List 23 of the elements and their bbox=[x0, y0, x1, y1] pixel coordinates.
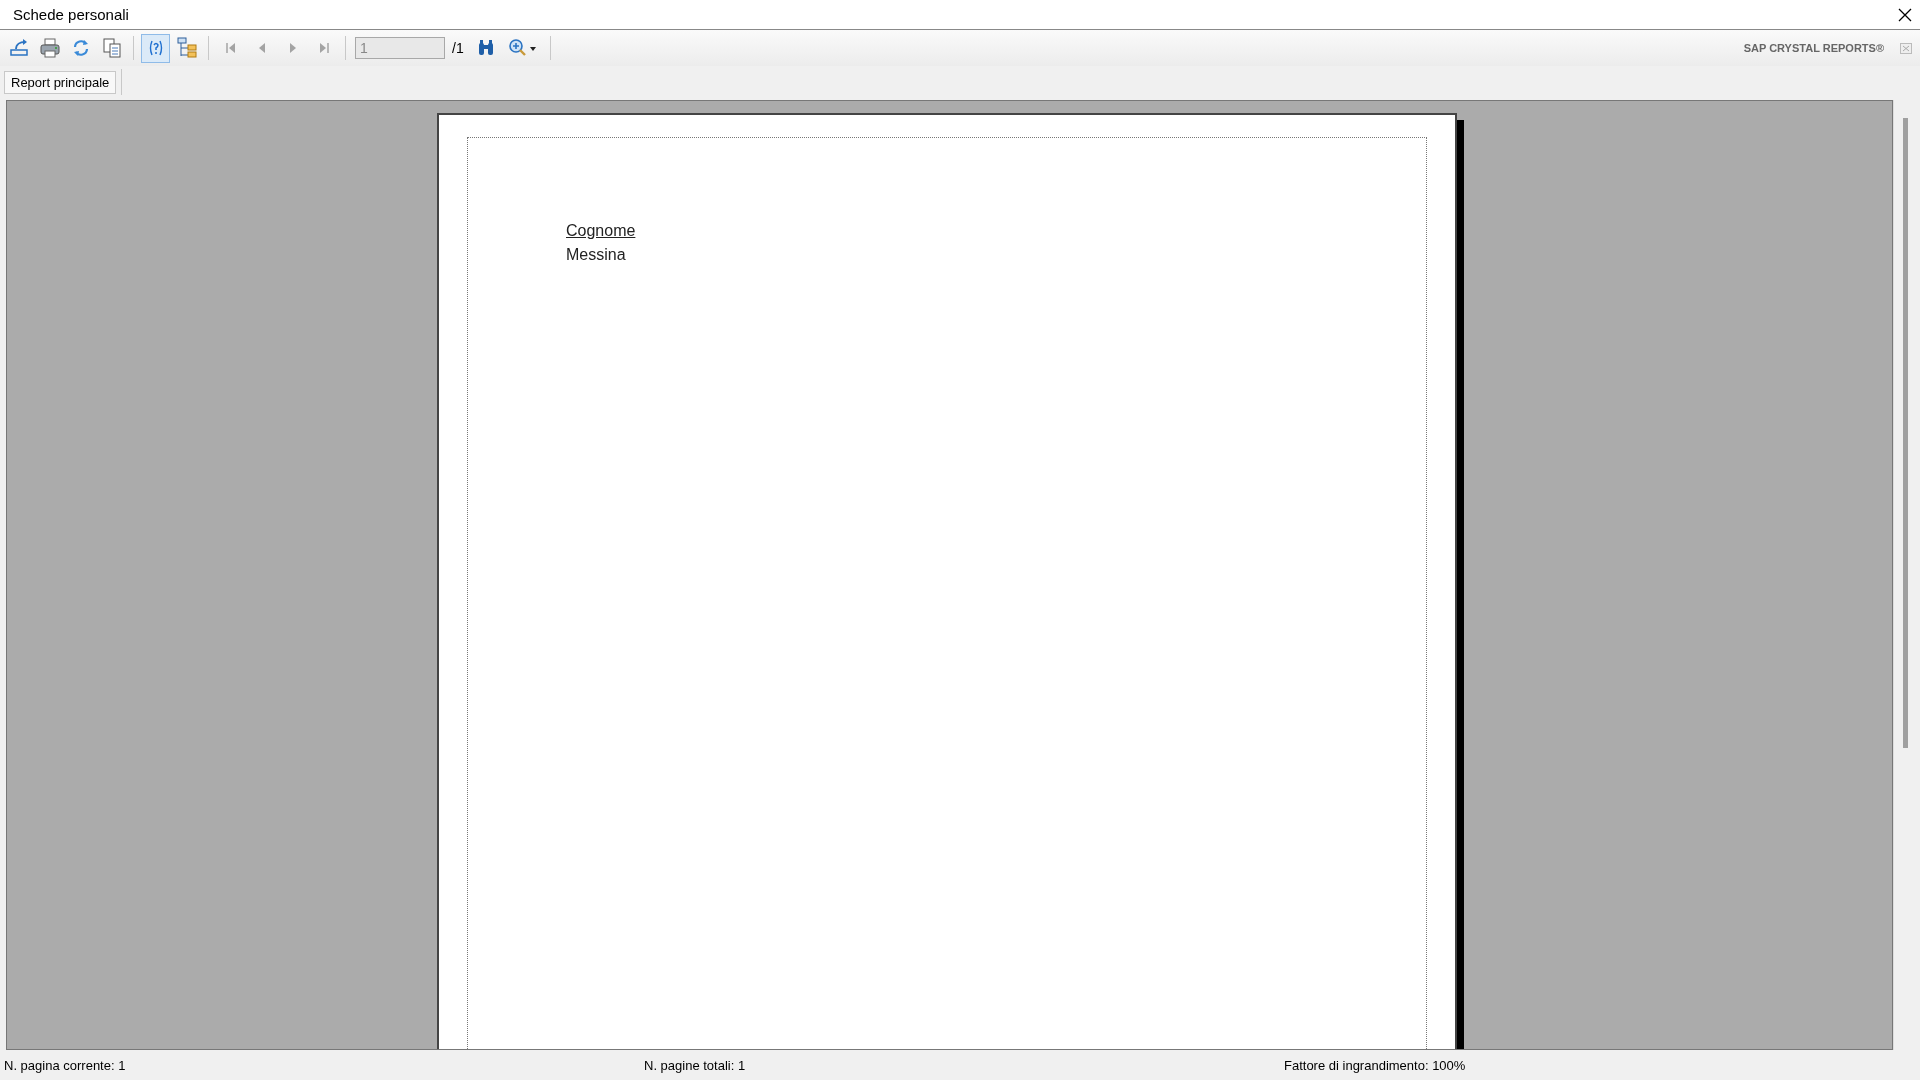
help-icon bbox=[149, 40, 162, 56]
status-text: N. pagina corrente: 1 bbox=[3, 1057, 127, 1073]
binoculars-icon bbox=[477, 40, 496, 56]
previous-page-icon bbox=[258, 43, 265, 53]
field-value: Messina bbox=[566, 246, 627, 264]
next-page-icon bbox=[289, 43, 296, 53]
export-icon bbox=[9, 39, 28, 56]
zoom-icon bbox=[507, 38, 538, 58]
help-button[interactable] bbox=[141, 33, 170, 63]
status-text: Fattore di ingrandimento: 100% bbox=[1283, 1057, 1467, 1073]
group-tree-icon bbox=[177, 37, 196, 58]
report-tab[interactable]: Report principale bbox=[4, 70, 117, 94]
page-total: /1 bbox=[452, 40, 464, 56]
scrollbar-thumb[interactable] bbox=[1902, 118, 1908, 748]
field-header: Cognome bbox=[566, 222, 636, 240]
window-title: Schede personali bbox=[13, 6, 129, 23]
brand-logo-text: SAP CRYSTAL REPORTS® bbox=[1743, 42, 1884, 54]
copy-icon bbox=[103, 38, 120, 58]
first-page-icon bbox=[225, 42, 235, 54]
last-page-icon bbox=[319, 42, 329, 54]
printer-icon bbox=[40, 38, 59, 58]
status-text: N. pagine totali: 1 bbox=[643, 1057, 747, 1073]
refresh-icon bbox=[73, 40, 88, 56]
